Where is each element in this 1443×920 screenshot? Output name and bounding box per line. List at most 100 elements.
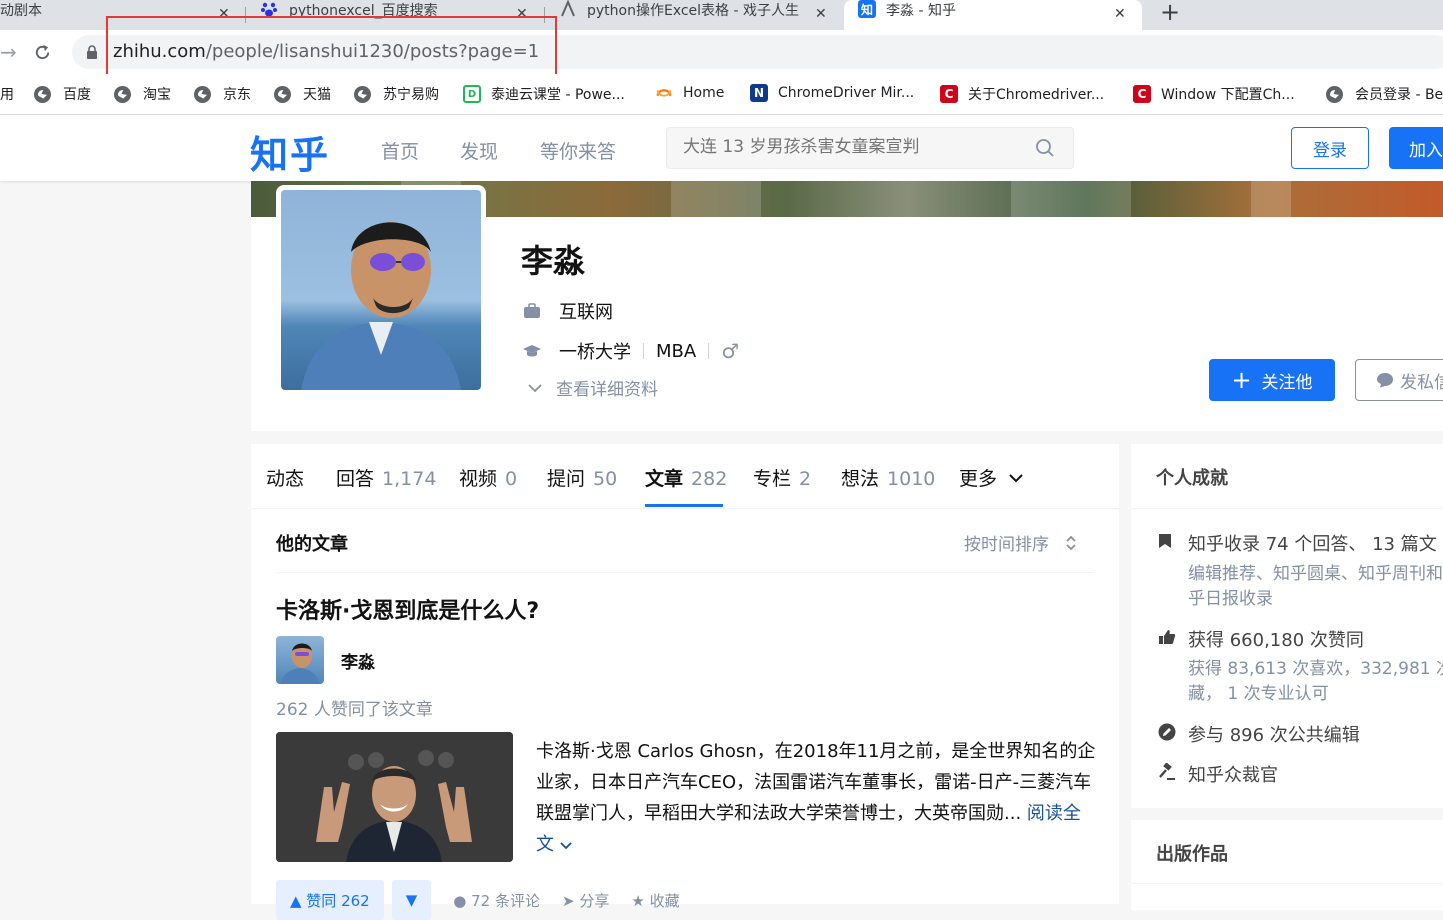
browser-tab-active[interactable]: 知 李淼 - 知乎 ✕ [844, 0, 1142, 30]
nav-discover[interactable]: 发现 [460, 137, 498, 164]
tab-count: 0 [505, 468, 518, 490]
divider [276, 572, 1094, 573]
edit-pencil-icon [1158, 721, 1176, 743]
tedu-icon: D [463, 85, 481, 103]
message-label: 发私信 [1400, 372, 1443, 393]
tab-label: 更多 [959, 468, 998, 490]
tab-label: 提问 [547, 468, 586, 490]
comment-icon: ● [453, 891, 467, 910]
profile-name: 李淼 [521, 242, 586, 280]
divider [1131, 508, 1443, 509]
tab-articles[interactable]: 文章 282 [645, 464, 727, 491]
tab-label: 视频 [459, 468, 498, 490]
tab-title: 动剧本 [0, 3, 42, 19]
article-title[interactable]: 卡洛斯·戈恩到底是什么人? [276, 593, 539, 625]
follow-button[interactable]: + 关注他 [1209, 359, 1335, 401]
article-excerpt[interactable]: 卡洛斯·戈恩 Carlos Ghosn，在2018年11月之前，是全世界知名的企… [536, 736, 1096, 860]
bookmark-item[interactable]: 京东 [194, 84, 251, 104]
comments-button[interactable]: ● 72 条评论 [453, 890, 540, 911]
profile-industry: 互联网 [559, 302, 613, 323]
tab-label: 动态 [266, 468, 305, 490]
tabs-divider [251, 508, 1119, 509]
chat-bubble-icon [1377, 373, 1393, 388]
bookmark-label: 苏宁易购 [383, 87, 439, 103]
male-gender-icon: ♂ [721, 339, 740, 363]
sort-label: 按时间排序 [964, 535, 1049, 555]
profile-industry-row: 互联网 [521, 298, 613, 324]
article-thumbnail[interactable] [276, 732, 513, 862]
tab-questions[interactable]: 提问 50 [547, 464, 617, 491]
profile-avatar[interactable] [281, 190, 481, 390]
upvote-button[interactable]: ▲ 赞同 262 [276, 880, 384, 920]
join-button[interactable]: 加入 [1389, 127, 1443, 169]
login-button[interactable]: 登录 [1291, 127, 1369, 169]
close-icon[interactable]: ✕ [815, 6, 827, 22]
bookmark-item[interactable]: Home [655, 84, 724, 102]
tab-label: 文章 [645, 468, 684, 490]
tab-more[interactable]: 更多 [959, 464, 1023, 491]
briefcase-icon [521, 300, 543, 322]
tab-activity[interactable]: 动态 [266, 464, 304, 491]
tab-columns[interactable]: 专栏 2 [753, 464, 811, 491]
sort-toggle[interactable]: 按时间排序 [964, 530, 1077, 555]
globe-icon [354, 85, 371, 103]
article-actions: ▲ 赞同 262 ▼ ● 72 条评论 ➤ 分享 ★ 收藏 [276, 880, 680, 920]
csdn-icon: C [1133, 85, 1151, 103]
downvote-button[interactable]: ▼ [391, 880, 432, 920]
bookmark-item[interactable]: N ChromeDriver Mir... [750, 84, 914, 102]
share-label: 分享 [579, 891, 610, 910]
plus-icon: + [1231, 366, 1252, 394]
bookmark-label: Home [683, 85, 725, 101]
author-avatar[interactable] [276, 636, 324, 684]
zhihu-logo[interactable]: 知乎 [250, 124, 330, 179]
nav-waiting-answers[interactable]: 等你来答 [540, 137, 616, 164]
bookmark-item[interactable]: 用 [0, 84, 14, 104]
bookmark-item[interactable]: 淘宝 [114, 84, 171, 104]
achievement-item: 参与 896 次公共编辑 [1158, 721, 1360, 747]
message-button[interactable]: 发私信 [1355, 359, 1443, 401]
bookmark-item[interactable]: 会员登录 - Be [1326, 84, 1443, 104]
bookmark-item[interactable]: 百度 [34, 84, 91, 104]
share-icon: ➤ [561, 891, 575, 910]
chevron-down-icon [1009, 473, 1023, 482]
tab-count: 1,174 [382, 468, 437, 490]
close-icon[interactable]: ✕ [1114, 6, 1126, 22]
nav-home[interactable]: 首页 [381, 137, 419, 164]
share-button[interactable]: ➤ 分享 [562, 890, 609, 911]
view-details-label: 查看详细资料 [556, 380, 658, 400]
tab-answers[interactable]: 回答 1,174 [336, 464, 436, 491]
search-icon[interactable] [1035, 138, 1055, 158]
excerpt-text: 卡洛斯·戈恩 Carlos Ghosn，在2018年11月之前，是全世界知名的企… [536, 741, 1096, 824]
bookmark-item[interactable]: D 泰迪云课堂 - Powe... [463, 84, 625, 104]
achievement-subtext: 获得 83,613 次喜欢，332,981 次 藏， 1 次专业认可 [1188, 657, 1443, 707]
reload-icon[interactable] [33, 43, 52, 62]
bookmark-label: 淘宝 [143, 87, 171, 103]
star-icon: ★ [631, 891, 645, 910]
bookmark-label: 京东 [223, 87, 251, 103]
bookmark-label: 会员登录 - Be [1355, 87, 1443, 103]
achievements-title: 个人成就 [1156, 468, 1228, 489]
tab-videos[interactable]: 视频 0 [459, 464, 517, 491]
url-highlight-box [106, 16, 557, 81]
browser-tab[interactable]: python操作Excel表格 - 戏子人生 ✕ [545, 0, 843, 30]
globe-icon [194, 85, 211, 103]
bookmark-item[interactable]: C Window 下配置Ch... [1133, 84, 1295, 104]
achievement-item: 知乎众裁官 [1158, 761, 1278, 787]
lock-icon[interactable] [86, 45, 98, 59]
bookmark-label: 百度 [63, 87, 91, 103]
tab-thoughts[interactable]: 想法 1010 [841, 464, 935, 491]
bookmark-item[interactable]: 苏宁易购 [354, 84, 439, 104]
forward-icon[interactable]: → [0, 40, 17, 64]
achievement-subline: 乎日报收录 [1188, 589, 1273, 609]
bookmark-label: 关于Chromedriver... [968, 87, 1105, 103]
new-tab-button[interactable]: + [1160, 0, 1180, 26]
bookmark-item[interactable]: C 关于Chromedriver... [940, 84, 1104, 104]
search-input[interactable] [681, 136, 1025, 158]
view-details-link[interactable]: 查看详细资料 [528, 375, 658, 400]
bookmark-item[interactable]: 天猫 [274, 84, 331, 104]
profile-major: MBA [656, 340, 697, 362]
author-name[interactable]: 李淼 [341, 648, 375, 673]
collect-button[interactable]: ★ 收藏 [631, 890, 679, 911]
sort-arrows-icon [1066, 535, 1076, 550]
globe-icon [1326, 85, 1343, 103]
